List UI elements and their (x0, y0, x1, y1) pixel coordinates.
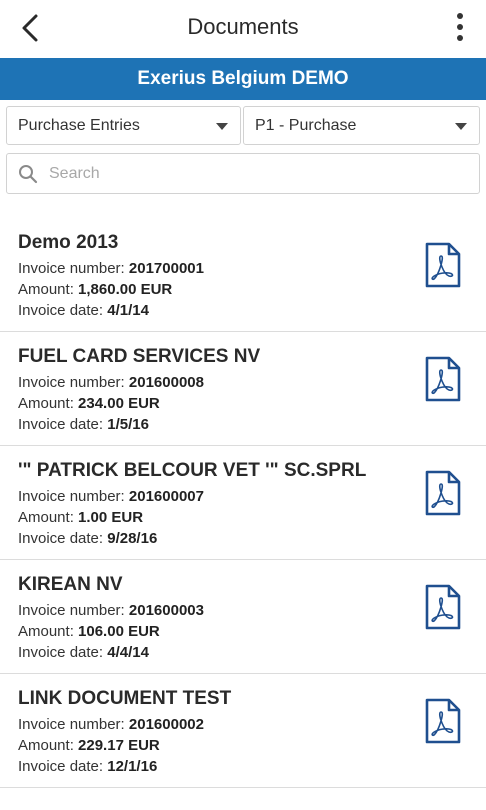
invoice-date-value: 1/5/16 (107, 416, 149, 433)
document-item[interactable]: KIREAN NV Invoice number: 201600003 Amou… (0, 560, 486, 674)
amount-value: 234.00 EUR (78, 395, 160, 412)
invoice-date-value: 12/1/16 (107, 758, 158, 775)
invoice-number-value: 201700001 (128, 260, 204, 277)
amount-value: 1.00 EUR (78, 509, 144, 526)
invoice-number-label: Invoice number: (18, 488, 129, 505)
invoice-number-label: Invoice number: (18, 374, 129, 391)
company-banner: Exerius Belgium DEMO (0, 58, 486, 100)
document-title: LINK DOCUMENT TEST (18, 688, 232, 709)
invoice-date-line: Invoice date: 4/4/14 (18, 644, 149, 661)
invoice-number-label: Invoice number: (18, 260, 129, 277)
document-item[interactable]: FUEL CARD SERVICES NV Invoice number: 20… (0, 332, 486, 446)
amount-label: Amount: (18, 509, 79, 526)
caret-down-icon (216, 123, 228, 130)
invoice-number-line: Invoice number: 201600003 (18, 602, 204, 619)
amount-line: Amount: 106.00 EUR (18, 623, 160, 640)
amount-value: 106.00 EUR (78, 623, 160, 640)
search-box (6, 153, 480, 194)
amount-label: Amount: (18, 395, 79, 412)
search-input[interactable] (49, 160, 469, 188)
amount-line: Amount: 1,860.00 EUR (18, 281, 172, 298)
invoice-number-label: Invoice number: (18, 716, 129, 733)
amount-line: Amount: 1.00 EUR (18, 509, 143, 526)
amount-value: 1,860.00 EUR (78, 281, 173, 298)
pdf-icon[interactable] (424, 356, 462, 402)
journal-type-value: Purchase Entries (18, 117, 140, 134)
more-vertical-icon (457, 13, 463, 19)
amount-line: Amount: 234.00 EUR (18, 395, 160, 412)
invoice-date-label: Invoice date: (18, 416, 108, 433)
document-title: FUEL CARD SERVICES NV (18, 346, 261, 367)
invoice-number-value: 201600008 (128, 374, 204, 391)
amount-label: Amount: (18, 281, 79, 298)
amount-label: Amount: (18, 737, 79, 754)
page-title: Documents (187, 14, 299, 39)
invoice-date-value: 4/1/14 (107, 302, 149, 319)
document-list: Demo 2013 Invoice number: 201700001 Amou… (0, 218, 486, 788)
invoice-date-line: Invoice date: 4/1/14 (18, 302, 149, 319)
invoice-number-value: 201600007 (128, 488, 204, 505)
invoice-date-line: Invoice date: 12/1/16 (18, 758, 157, 775)
document-item[interactable]: LINK DOCUMENT TEST Invoice number: 20160… (0, 674, 486, 788)
invoice-date-label: Invoice date: (18, 644, 108, 661)
pdf-icon[interactable] (424, 242, 462, 288)
invoice-date-line: Invoice date: 9/28/16 (18, 530, 157, 547)
journal-value: P1 - Purchase (255, 117, 357, 134)
top-app-bar: Documents (0, 0, 486, 58)
document-title: KIREAN NV (18, 574, 123, 595)
filters-row: Purchase Entries P1 - Purchase (6, 106, 480, 147)
invoice-number-line: Invoice number: 201600007 (18, 488, 204, 505)
document-item[interactable]: Demo 2013 Invoice number: 201700001 Amou… (0, 218, 486, 332)
invoice-number-value: 201600003 (128, 602, 204, 619)
document-item[interactable]: '" PATRICK BELCOUR VET '" SC.SPRL Invoic… (0, 446, 486, 560)
invoice-number-label: Invoice number: (18, 602, 129, 619)
pdf-icon[interactable] (424, 470, 462, 516)
invoice-number-value: 201600002 (128, 716, 204, 733)
invoice-number-line: Invoice number: 201700001 (18, 260, 204, 277)
caret-down-icon (455, 123, 467, 130)
document-title: '" PATRICK BELCOUR VET '" SC.SPRL (18, 460, 367, 481)
invoice-number-line: Invoice number: 201600002 (18, 716, 204, 733)
more-options-button[interactable] (448, 8, 472, 48)
amount-label: Amount: (18, 623, 79, 640)
pdf-icon[interactable] (424, 698, 462, 744)
invoice-date-line: Invoice date: 1/5/16 (18, 416, 149, 433)
document-title: Demo 2013 (18, 232, 119, 253)
invoice-number-line: Invoice number: 201600008 (18, 374, 204, 391)
invoice-date-value: 4/4/14 (107, 644, 149, 661)
search-icon (19, 165, 38, 184)
invoice-date-label: Invoice date: (18, 302, 108, 319)
invoice-date-label: Invoice date: (18, 530, 108, 547)
invoice-date-value: 9/28/16 (107, 530, 158, 547)
journal-select[interactable]: P1 - Purchase (243, 106, 480, 145)
pdf-icon[interactable] (424, 584, 462, 630)
invoice-date-label: Invoice date: (18, 758, 108, 775)
journal-type-select[interactable]: Purchase Entries (6, 106, 241, 145)
amount-value: 229.17 EUR (78, 737, 160, 754)
amount-line: Amount: 229.17 EUR (18, 737, 160, 754)
